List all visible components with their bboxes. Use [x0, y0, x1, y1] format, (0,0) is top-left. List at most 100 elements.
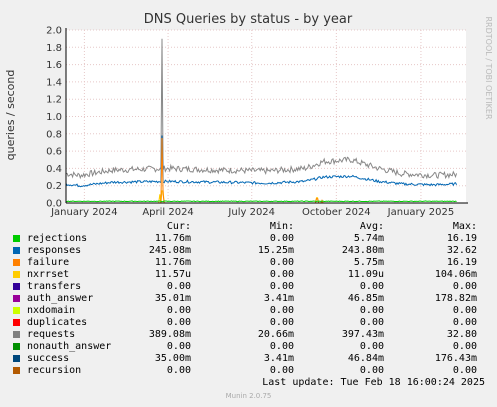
y-tick-label: 0.6 — [46, 147, 62, 158]
legend-max: 0.00 — [452, 341, 477, 352]
y-tick-label: 1.2 — [46, 95, 62, 106]
legend-cur: 0.00 — [166, 365, 191, 376]
y-tick-label: 1.0 — [46, 112, 62, 123]
header-min: Min: — [269, 221, 294, 232]
legend-min: 0.00 — [269, 281, 294, 292]
legend-swatch — [13, 319, 20, 326]
legend-swatch — [13, 331, 20, 338]
header-max: Max: — [452, 221, 477, 232]
legend-avg: 0.00 — [359, 305, 384, 316]
y-tick-label: 0.8 — [46, 129, 62, 140]
legend-row-nonauth_answer: nonauth_answer 0.00 0.00 0.00 0.00 — [0, 341, 497, 353]
legend-row-failure: failure 11.76m 0.00 5.75m 16.19 — [0, 257, 497, 269]
legend-min: 0.00 — [269, 341, 294, 352]
legend-swatch — [13, 343, 20, 350]
header-cur: Cur: — [166, 221, 191, 232]
legend-row-nxdomain: nxdomain 0.00 0.00 0.00 0.00 — [0, 305, 497, 317]
legend-avg: 0.00 — [359, 365, 384, 376]
legend-max: 16.19 — [446, 233, 477, 244]
legend-min: 0.00 — [269, 233, 294, 244]
legend-max: 104.06m — [434, 269, 477, 280]
legend-row-duplicates: duplicates 0.00 0.00 0.00 0.00 — [0, 317, 497, 329]
y-tick-label: 1.4 — [46, 77, 62, 88]
chart-canvas: DNS Queries by status - by year queries … — [4, 12, 493, 218]
legend-max: 0.00 — [452, 317, 477, 328]
legend-name: failure — [27, 257, 70, 268]
legend-name: requests — [27, 329, 76, 340]
legend-row-auth_answer: auth_answer 35.01m 3.41m 46.85m 178.82m — [0, 293, 497, 305]
legend-min: 0.00 — [269, 317, 294, 328]
legend-swatch — [13, 355, 20, 362]
legend-min: 0.00 — [269, 365, 294, 376]
legend-cur: 0.00 — [166, 341, 191, 352]
legend-row-transfers: transfers 0.00 0.00 0.00 0.00 — [0, 281, 497, 293]
legend-cur: 11.57u — [154, 269, 191, 280]
x-tick-label: October 2024 — [302, 207, 371, 218]
legend-swatch — [13, 259, 20, 266]
legend-cur: 35.01m — [154, 293, 191, 304]
legend-name: rejections — [27, 233, 88, 244]
legend-avg: 0.00 — [359, 281, 384, 292]
x-tick-label: January 2024 — [50, 207, 118, 218]
legend-row-nxrrset: nxrrset 11.57u 0.00 11.09u 104.06m — [0, 269, 497, 281]
legend-name: recursion — [27, 365, 82, 376]
legend-name: duplicates — [27, 317, 88, 328]
legend-cur: 0.00 — [166, 281, 191, 292]
chart-title: DNS Queries by status - by year — [144, 12, 353, 27]
legend-cur: 245.08m — [148, 245, 191, 256]
legend-avg: 46.85m — [347, 293, 384, 304]
legend-avg: 397.43m — [341, 329, 384, 340]
legend-row-success: success 35.00m 3.41m 46.84m 176.43m — [0, 353, 497, 365]
last-update: Last update: Tue Feb 18 16:00:24 2025 — [262, 377, 485, 388]
legend-avg: 243.80m — [341, 245, 384, 256]
legend-min: 3.41m — [263, 353, 294, 364]
legend-name: responses — [27, 245, 82, 256]
legend-swatch — [13, 235, 20, 242]
munin-version: Munin 2.0.75 — [225, 392, 272, 400]
legend-cur: 389.08m — [148, 329, 191, 340]
legend-row-recursion: recursion 0.00 0.00 0.00 0.00 — [0, 365, 497, 377]
x-tick-label: July 2024 — [227, 207, 275, 218]
legend-max: 0.00 — [452, 365, 477, 376]
legend-name: nonauth_answer — [27, 341, 112, 352]
y-tick-label: 2.0 — [46, 26, 62, 37]
legend-cur: 0.00 — [166, 305, 191, 316]
legend-row-responses: responses 245.08m 15.25m 243.80m 32.62 — [0, 245, 497, 257]
legend-max: 32.62 — [446, 245, 477, 256]
legend-min: 20.66m — [257, 329, 294, 340]
legend-max: 0.00 — [452, 305, 477, 316]
legend-cur: 35.00m — [154, 353, 191, 364]
legend-min: 15.25m — [257, 245, 294, 256]
legend-name: nxdomain — [27, 305, 76, 316]
x-tick-label: April 2024 — [142, 207, 193, 218]
legend-swatch — [13, 307, 20, 314]
legend-max: 16.19 — [446, 257, 477, 268]
legend-min: 3.41m — [263, 293, 294, 304]
legend-avg: 11.09u — [347, 269, 384, 280]
legend-min: 0.00 — [269, 305, 294, 316]
legend-avg: 5.75m — [353, 257, 384, 268]
legend-row-rejections: rejections 11.76m 0.00 5.74m 16.19 — [0, 233, 497, 245]
legend-cur: 11.76m — [154, 233, 191, 244]
x-ticks: January 2024 April 2024 July 2024 October 2… — [50, 207, 454, 218]
legend-name: transfers — [27, 281, 82, 292]
legend-header: Cur: Min: Avg: Max: — [0, 221, 497, 233]
legend-name: nxrrset — [27, 269, 70, 280]
legend-swatch — [13, 247, 20, 254]
legend-cur: 11.76m — [154, 257, 191, 268]
y-ticks: 0.00.20.40.60.81.01.21.41.61.82.0 — [46, 26, 62, 210]
legend-min: 0.00 — [269, 257, 294, 268]
legend-avg: 0.00 — [359, 341, 384, 352]
legend-avg: 0.00 — [359, 317, 384, 328]
y-tick-label: 1.8 — [46, 43, 62, 54]
legend-avg: 5.74m — [353, 233, 384, 244]
legend-avg: 46.84m — [347, 353, 384, 364]
legend-name: success — [27, 353, 70, 364]
legend-swatch — [13, 283, 20, 290]
legend-max: 0.00 — [452, 281, 477, 292]
legend-max: 32.80 — [446, 329, 477, 340]
y-tick-label: 1.6 — [46, 60, 62, 71]
legend-swatch — [13, 295, 20, 302]
y-tick-label: 0.2 — [46, 181, 62, 192]
legend-name: auth_answer — [27, 293, 94, 304]
